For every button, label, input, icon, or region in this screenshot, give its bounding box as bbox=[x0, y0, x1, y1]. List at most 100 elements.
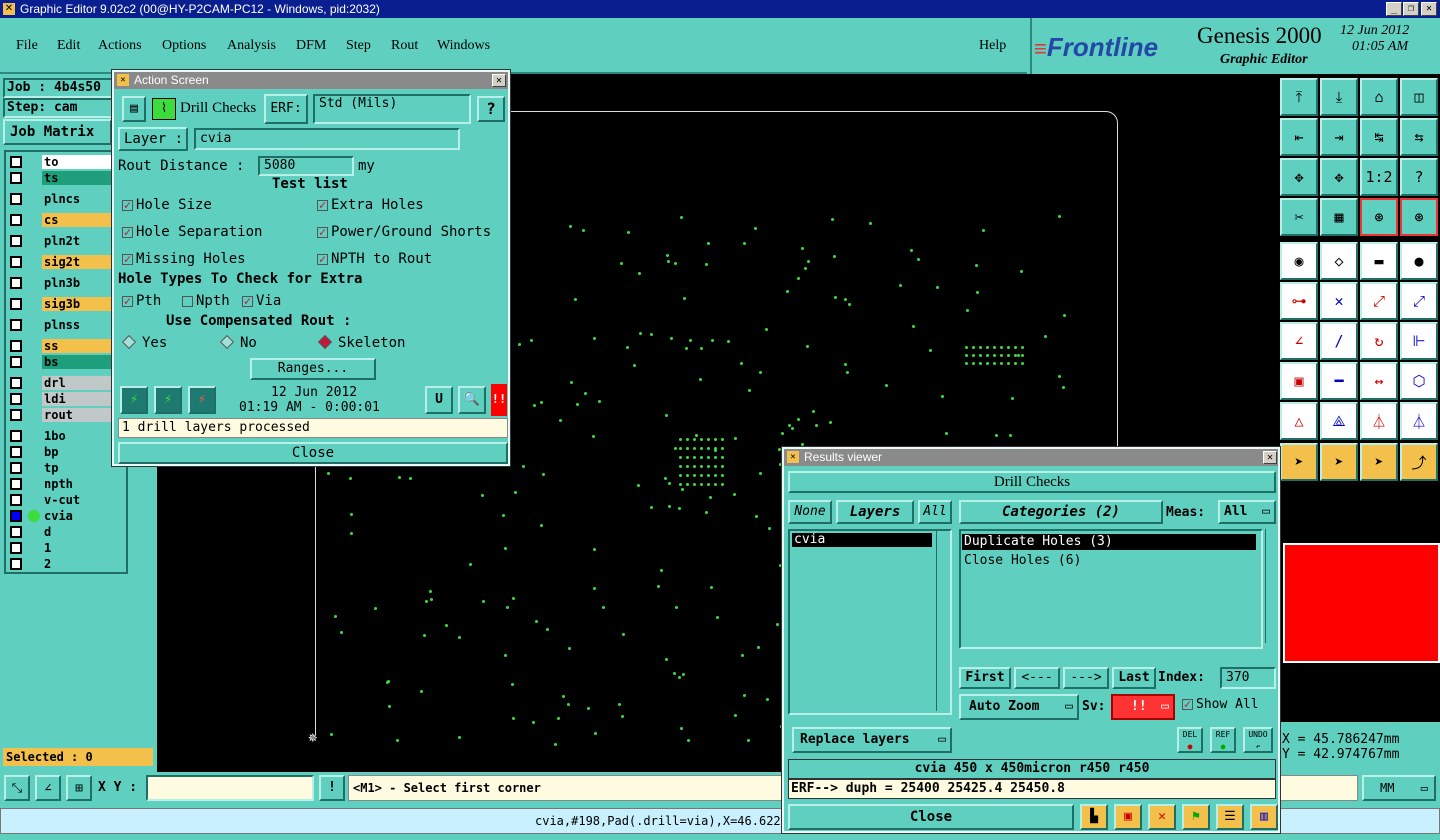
layer-row-ts[interactable]: ts bbox=[8, 170, 125, 186]
show-all-checkbox[interactable]: ✓ Show All bbox=[1182, 697, 1259, 712]
grid-icon[interactable]: ⊞ bbox=[66, 775, 92, 801]
layer-row-to[interactable]: to bbox=[8, 154, 125, 170]
test-checkbox[interactable]: ✓ NPTH to Rout bbox=[317, 251, 432, 267]
rotate-icon[interactable]: ↻ bbox=[1360, 322, 1398, 360]
layer-select-box[interactable] bbox=[10, 393, 22, 405]
layer-row-drl[interactable]: drl bbox=[8, 375, 125, 391]
erf-field[interactable]: Std (Mils) bbox=[313, 94, 471, 124]
layer-row-rout[interactable]: rout bbox=[8, 407, 125, 423]
home-icon[interactable]: ⤒ bbox=[1280, 78, 1318, 116]
ranges-button[interactable]: Ranges... bbox=[250, 358, 376, 380]
mark-icon[interactable]: ▣ bbox=[1114, 804, 1142, 830]
layer-select-box[interactable] bbox=[10, 446, 22, 458]
route-icon[interactable]: ⤴ bbox=[1400, 443, 1438, 481]
measure-icon[interactable]: ∠ bbox=[35, 775, 61, 801]
bar-icon[interactable]: ━ bbox=[1320, 362, 1358, 400]
menu-actions[interactable]: Actions bbox=[98, 38, 142, 54]
shape-icon[interactable]: ◇ bbox=[1320, 242, 1358, 280]
chart-icon[interactable]: ▥ bbox=[1250, 804, 1278, 830]
checkbox-icon[interactable]: ✓ bbox=[242, 295, 253, 307]
index-input[interactable]: 370 bbox=[1220, 667, 1276, 689]
layer-row-sig2t[interactable]: sig2t bbox=[8, 254, 125, 270]
test-checkbox[interactable]: ✓ Power/Ground Shorts bbox=[317, 224, 491, 240]
menu-edit[interactable]: Edit bbox=[57, 38, 80, 54]
triangle-icon[interactable]: △ bbox=[1280, 402, 1318, 440]
layer-select-box[interactable] bbox=[10, 156, 22, 168]
checkbox-icon[interactable]: ✓ bbox=[317, 253, 328, 265]
layer-row-cvia[interactable]: cvia bbox=[8, 508, 125, 524]
severity-dropdown[interactable]: !! ▭ bbox=[1111, 694, 1175, 720]
results-close-x[interactable]: ✕ bbox=[1263, 451, 1277, 464]
layer-row-2[interactable]: 2 bbox=[8, 556, 125, 572]
layer-select-box[interactable] bbox=[10, 235, 22, 247]
layer-select-box[interactable] bbox=[10, 172, 22, 184]
maximize-button[interactable]: ❐ bbox=[1403, 2, 1419, 16]
layer-select-box[interactable] bbox=[10, 526, 22, 538]
house-icon[interactable]: ⌂ bbox=[1360, 78, 1398, 116]
checkbox-icon[interactable]: ✓ bbox=[122, 199, 133, 211]
layer-select-box[interactable] bbox=[10, 542, 22, 554]
layer-select-box[interactable] bbox=[10, 356, 22, 368]
layer-field[interactable]: cvia bbox=[194, 128, 460, 150]
layer-result-list[interactable] bbox=[788, 529, 952, 715]
layer-select-box[interactable] bbox=[10, 430, 22, 442]
run-step-icon[interactable]: ⚡ bbox=[154, 386, 182, 414]
action-close-x[interactable]: ✕ bbox=[492, 74, 506, 87]
hole-type-checkbox[interactable]: ✓ Pth bbox=[122, 293, 161, 309]
menu-dfm[interactable]: DFM bbox=[296, 38, 326, 54]
layer-select-box[interactable] bbox=[10, 214, 22, 226]
layer-select-box[interactable] bbox=[10, 319, 22, 331]
layer-row-v-cut[interactable]: v-cut bbox=[8, 492, 125, 508]
left-icon[interactable]: ⇤ bbox=[1280, 118, 1318, 156]
radio-icon[interactable] bbox=[219, 334, 235, 350]
circle-icon[interactable]: ● bbox=[1400, 242, 1438, 280]
meas-dropdown[interactable]: All ▭ bbox=[1218, 500, 1276, 524]
layer-row-1bo[interactable]: 1bo bbox=[8, 428, 125, 444]
menu-step[interactable]: Step bbox=[346, 38, 371, 54]
layer-row-plnss[interactable]: plnss bbox=[8, 317, 125, 333]
layer-row-plncs[interactable]: plncs bbox=[8, 191, 125, 207]
net-icon[interactable]: ⊛ bbox=[1400, 198, 1438, 236]
resize-icon[interactable]: ↔ bbox=[1360, 362, 1398, 400]
layer-select-box[interactable] bbox=[10, 277, 22, 289]
layer-row-bp[interactable]: bp bbox=[8, 444, 125, 460]
snap-icon[interactable]: ⤡ bbox=[4, 775, 30, 801]
auto-zoom-dropdown[interactable]: Auto Zoom ▭ bbox=[959, 694, 1079, 720]
layer-select-box[interactable] bbox=[10, 298, 22, 310]
checkbox-icon[interactable]: ✓ bbox=[122, 226, 133, 238]
layer-select-box[interactable] bbox=[10, 340, 22, 352]
prev-button[interactable]: <--- bbox=[1014, 667, 1060, 689]
comp-radio[interactable]: Yes bbox=[121, 334, 167, 351]
arrow-in-icon[interactable]: ⤢ bbox=[1400, 282, 1438, 320]
comp-radio[interactable]: Skeleton bbox=[317, 334, 405, 351]
delete-mark-icon[interactable]: ✕ bbox=[1148, 804, 1176, 830]
scale-icon[interactable]: 1:2 bbox=[1360, 158, 1398, 196]
hole-type-checkbox[interactable]: ✓ Via bbox=[242, 293, 281, 309]
menu-windows[interactable]: Windows bbox=[437, 38, 490, 54]
down-icon[interactable]: ⤓ bbox=[1320, 78, 1358, 116]
right-icon[interactable]: ⇥ bbox=[1320, 118, 1358, 156]
layer-row-sig3b[interactable]: sig3b bbox=[8, 296, 125, 312]
menu-file[interactable]: File bbox=[16, 38, 38, 54]
pointer-icon[interactable]: ➤ bbox=[1280, 443, 1318, 481]
radio-icon[interactable] bbox=[121, 334, 137, 350]
line-icon[interactable]: / bbox=[1320, 322, 1358, 360]
layer-select-box[interactable] bbox=[10, 510, 22, 522]
category-item[interactable]: Close Holes (6) bbox=[964, 553, 1081, 568]
layer-button[interactable]: Layer : bbox=[118, 127, 188, 151]
flag-icon[interactable]: ⚑ bbox=[1182, 804, 1210, 830]
layer-select-box[interactable] bbox=[10, 256, 22, 268]
grid-icon[interactable]: ▦ bbox=[1320, 198, 1358, 236]
cross-icon[interactable]: ✕ bbox=[1320, 282, 1358, 320]
layer-row-ss[interactable]: ss bbox=[8, 338, 125, 354]
layer-row-d[interactable]: d bbox=[8, 524, 125, 540]
none-button[interactable]: None bbox=[788, 500, 832, 524]
rout-distance-input[interactable]: 5080 bbox=[258, 156, 354, 176]
del-button[interactable]: DEL ● bbox=[1177, 727, 1203, 753]
next-button[interactable]: ---> bbox=[1063, 667, 1109, 689]
swap-icon[interactable]: ↹ bbox=[1360, 118, 1398, 156]
zoom-icon[interactable]: 🔍 bbox=[458, 386, 486, 414]
alert-icon[interactable]: ! bbox=[319, 775, 345, 801]
flip-icon[interactable]: ⇆ bbox=[1400, 118, 1438, 156]
layer-select-box[interactable] bbox=[10, 558, 22, 570]
